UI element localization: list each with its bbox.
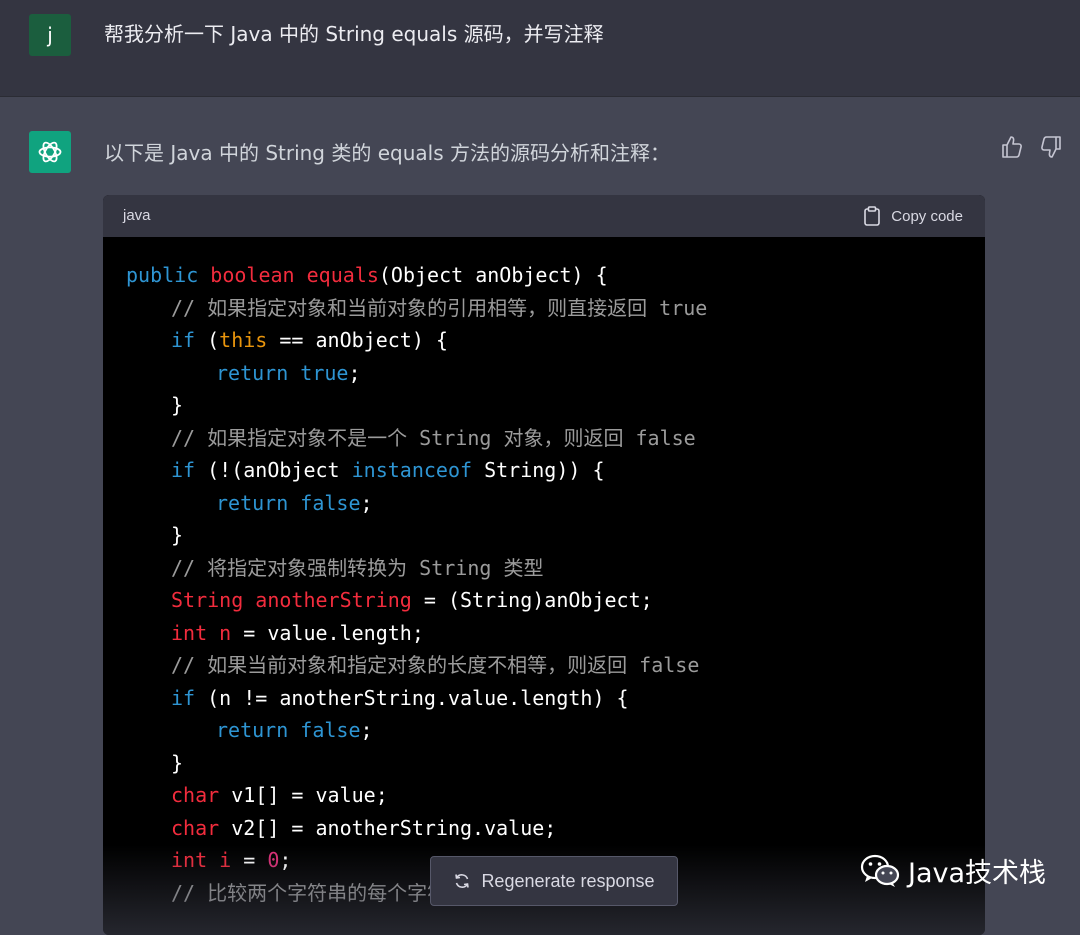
assistant-intro-text: 以下是 Java 中的 String 类的 equals 方法的源码分析和注释： [104, 141, 670, 165]
code-token-comment: // 比较两个字符串的每个字符 [171, 880, 448, 905]
code-token-keyword: return [216, 718, 301, 742]
code-token-keyword: return [216, 360, 301, 385]
code-token-type: anotherString [255, 588, 412, 612]
code-language-label: java [123, 207, 151, 224]
code-line: if (n != anotherString.value.length) { [103, 682, 985, 715]
code-token-plain: } [171, 523, 184, 547]
code-token-comment: // 如果指定对象和当前对象的引用相等，则直接返回 true [171, 295, 708, 320]
code-token-comment: // 如果当前对象和指定对象的长度不相等，则返回 false [171, 653, 700, 677]
code-token-plain: v2[] = anotherString.value; [231, 815, 557, 840]
code-token-plain: v1[] = value; [231, 783, 388, 807]
code-token-plain: } [171, 393, 184, 417]
user-avatar: j [29, 14, 71, 56]
code-token-type: boolean [210, 263, 307, 287]
chatgpt-logo-icon [29, 131, 71, 173]
wechat-icon [860, 854, 900, 887]
watermark: Java技术栈 [860, 851, 1046, 890]
code-token-plain: ; [360, 718, 373, 742]
code-line: } [103, 519, 985, 552]
code-token-plain: (Object anObject) { [378, 263, 608, 287]
refresh-icon [455, 874, 470, 888]
code-token-keyword: public [126, 263, 211, 287]
code-token-keyword: if [171, 685, 208, 710]
code-line: // 如果指定对象和当前对象的引用相等，则直接返回 true [103, 292, 985, 325]
code-token-type: int [171, 620, 220, 645]
code-line: int n = value.length; [103, 617, 985, 650]
code-token-comment: // 如果指定对象不是一个 String 对象，则返回 false [171, 425, 696, 450]
code-token-plain: ; [348, 360, 361, 385]
user-message-row: j 帮我分析一下 Java 中的 String equals 源码，并写注释 [0, 0, 1080, 97]
code-block-header: java Copy code [103, 195, 985, 237]
code-token-keyword: if [171, 458, 208, 482]
code-line: return false; [103, 487, 985, 520]
code-line: char v2[] = anotherString.value; [103, 812, 985, 845]
code-token-builtin: this [219, 328, 268, 352]
code-token-plain: ; [360, 490, 373, 515]
regenerate-response-button[interactable]: Regenerate response [430, 856, 678, 906]
code-body: public boolean equals(Object anObject) {… [103, 237, 985, 909]
code-token-plain: == anObject) { [267, 328, 448, 352]
code-token-keyword: false [300, 718, 361, 742]
code-token-keyword: return [216, 490, 301, 515]
watermark-text: Java技术栈 [908, 858, 1047, 889]
copy-code-label: Copy code [891, 207, 963, 225]
code-token-keyword: false [300, 490, 361, 515]
code-token-plain: = [231, 848, 268, 872]
code-line: if (!(anObject instanceof String)) { [103, 454, 985, 487]
thumbs-down-icon[interactable] [1040, 135, 1062, 159]
code-line: return true; [103, 357, 985, 390]
assistant-message-row: 以下是 Java 中的 String 类的 equals 方法的源码分析和注释：… [0, 97, 1080, 935]
code-line: // 如果当前对象和指定对象的长度不相等，则返回 false [103, 649, 985, 682]
code-line: // 将指定对象强制转换为 String 类型 [103, 552, 985, 585]
code-line: } [103, 747, 985, 780]
code-token-comment: // 将指定对象强制转换为 String 类型 [171, 555, 544, 580]
copy-code-button[interactable]: Copy code [863, 206, 963, 226]
code-token-type: String [171, 588, 256, 612]
code-token-plain: } [171, 750, 184, 775]
code-token-plain: String)) { [472, 458, 605, 482]
code-line: char v1[] = value; [103, 779, 985, 812]
code-token-plain: = value.length; [231, 620, 424, 645]
clipboard-icon [864, 206, 881, 226]
code-line: public boolean equals(Object anObject) { [103, 259, 985, 292]
code-token-plain: (!(anObject [207, 458, 352, 482]
code-line: } [103, 389, 985, 422]
code-token-type: i [219, 848, 232, 872]
code-token-type: char [171, 783, 232, 807]
code-token-type: char [171, 815, 232, 840]
user-message-text: 帮我分析一下 Java 中的 String equals 源码，并写注释 [104, 22, 604, 46]
code-token-keyword: if [171, 328, 208, 352]
code-token-type: n [219, 620, 232, 645]
code-token-type: equals [306, 263, 379, 287]
regenerate-response-label: Regenerate response [481, 870, 655, 891]
code-token-plain: ( [207, 328, 220, 352]
code-line: return false; [103, 714, 985, 747]
code-token-plain: = (String)anObject; [411, 588, 653, 612]
thumbs-up-icon[interactable] [1001, 135, 1023, 159]
code-line: String anotherString = (String)anObject; [103, 584, 985, 617]
code-token-plain: (n != anotherString.value.length) { [207, 685, 629, 710]
code-token-keyword: true [300, 360, 349, 385]
openai-logo-icon [38, 141, 62, 163]
code-token-plain: ; [279, 848, 292, 872]
code-token-keyword: instanceof [351, 458, 473, 482]
code-token-number: 0 [267, 848, 280, 872]
code-token-type: int [171, 848, 220, 872]
code-block: java Copy code public boolean equals(Obj… [103, 195, 985, 935]
code-line: // 如果指定对象不是一个 String 对象，则返回 false [103, 422, 985, 455]
code-line: if (this == anObject) { [103, 324, 985, 357]
